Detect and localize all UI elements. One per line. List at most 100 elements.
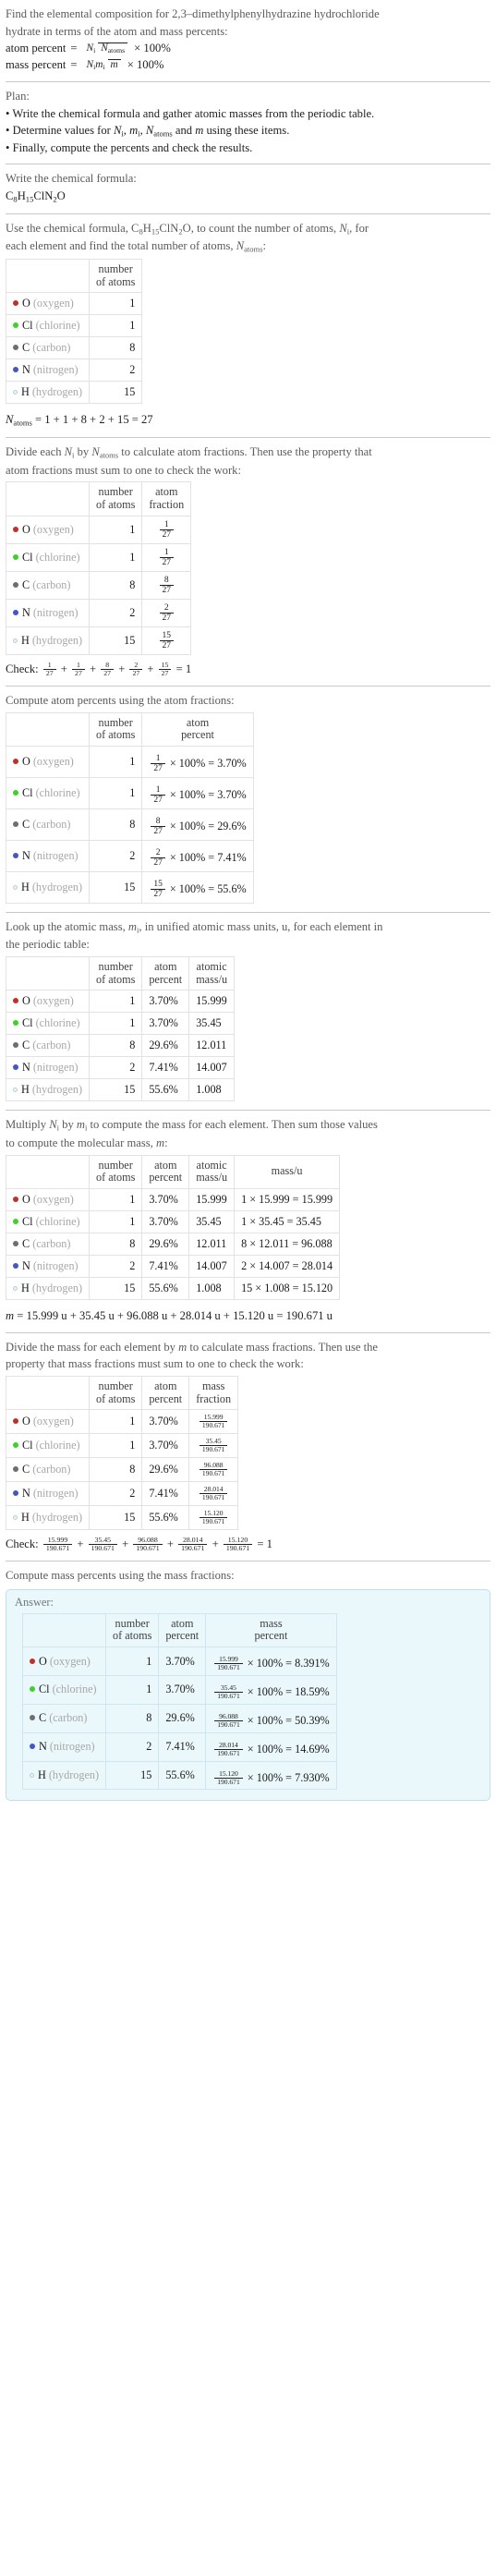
mass-fraction-cl: 35.45 190.671 <box>188 1433 239 1459</box>
h-ap2c: percent <box>149 972 183 986</box>
chemical-formula: C8H15ClN2O <box>6 188 66 204</box>
atom-percent-expr-cl: 1 27 × 100% = 3.70% <box>141 776 254 809</box>
mass-expr-h: 15 × 1.008 = 15.120 <box>234 1276 341 1300</box>
ap-num-o: 1 <box>155 753 161 763</box>
mass-expr-c: 8 × 12.011 = 96.088 <box>234 1232 341 1256</box>
element-name-n: (nitrogen) <box>32 363 79 377</box>
element-name-o: (oxygen) <box>32 994 74 1008</box>
element-dot-c-icon <box>30 1715 35 1721</box>
mass-percent-expr-h: 15.120 190.671 × 100% = 7.930% <box>205 1760 337 1791</box>
frac-num-cl: 1 <box>163 547 169 557</box>
mp-times-n: × 100% = <box>247 1742 293 1756</box>
mass-fraction-section: Divide the mass for each element by m to… <box>5 1333 490 1561</box>
element-symbol-c: C <box>39 1711 47 1725</box>
element-name-cl: (chlorine) <box>35 1016 80 1030</box>
h-noa2e: of atoms <box>96 1391 136 1405</box>
table-row: N (nitrogen) 2 7.41% 14.007 2 × 14.007 =… <box>5 1254 341 1278</box>
atom-percent-cl: 3.70% <box>141 1433 190 1459</box>
mp-den-cl: 190.671 <box>214 1691 243 1700</box>
mass-percent-times100: × 100% <box>127 58 164 72</box>
element-cell-o: O (oxygen) <box>5 1409 91 1435</box>
element-dot-c-icon <box>13 820 18 827</box>
mass-fraction-n: 28.014 190.671 <box>188 1481 239 1506</box>
mass-percent-label: mass percent <box>6 58 67 72</box>
header-atomic-mass: atomic mass/u <box>188 1154 236 1189</box>
natoms-result: = 1 + 1 + 8 + 2 + 15 = 27 <box>34 413 153 427</box>
frac-den-h: 27 <box>159 639 175 650</box>
mass-percent-expr-c: 96.088 190.671 × 100% = 50.39% <box>205 1703 337 1733</box>
header-element-blank <box>5 1376 91 1411</box>
atom-percent-n: 7.41% <box>158 1732 207 1762</box>
element-symbol-n: N <box>22 1486 30 1500</box>
element-name-cl: (chlorine) <box>52 1683 97 1696</box>
mp-num-h: 15.120 <box>219 1768 238 1778</box>
element-name-cl: (chlorine) <box>35 550 80 564</box>
element-cell-cl: Cl (chlorine) <box>5 1209 91 1233</box>
element-symbol-n: N <box>22 1258 30 1272</box>
atomic-mass-h: 1.008 <box>188 1276 236 1300</box>
mf-num-h: 15.120 <box>203 1508 224 1517</box>
table-row: Cl (chlorine) 1 3.70% 35.45 <box>5 1012 236 1036</box>
table-row: O (oxygen) 1 3.70% 15.999 190.671 × 100% … <box>21 1646 337 1676</box>
ap-den-n: 27 <box>151 857 165 868</box>
element-dot-h-icon <box>13 1088 18 1093</box>
element-cell-h: H (hydrogen) <box>5 626 91 655</box>
element-name-h: (hydrogen) <box>31 880 83 893</box>
header-atom-percent: atom percent <box>141 1154 190 1189</box>
atom-percent-expr-c: 8 27 × 100% = 29.6% <box>141 808 254 841</box>
element-dot-cl-icon <box>13 1442 18 1449</box>
atomic-mass-lead-line1: Look up the atomic mass, mi, in unified … <box>6 919 383 935</box>
ap-num-n: 2 <box>155 847 161 857</box>
problem-statement-section: Find the elemental composition for 2,3–d… <box>6 0 490 81</box>
table-row: N (nitrogen) 2 7.41% 28.014 190.671 <box>5 1481 239 1506</box>
atom-percent-c: 29.6% <box>141 1457 190 1482</box>
table-row: Cl (chlorine) 1 1 27 × 100% = 3.70% <box>5 776 254 809</box>
fraction-lead-line1: Divide each Ni by Natoms to calculate at… <box>6 445 372 460</box>
mf-lead-a: Divide the mass for each element by <box>6 1340 179 1354</box>
atom-percent-definition: atom percent = Ni Natoms × 100% <box>6 42 490 55</box>
count-lead-mid: , to count the number of atoms, <box>190 221 340 235</box>
element-symbol-n: N <box>22 605 30 619</box>
header-number-of-atoms: number of atoms <box>89 956 143 991</box>
element-symbol-c: C <box>22 577 30 591</box>
plan-section: Plan: • Write the chemical formula and g… <box>6 82 490 164</box>
mfchk-den-n: 190.671 <box>178 1543 208 1552</box>
element-name-c: (carbon) <box>32 577 71 591</box>
element-name-cl: (chlorine) <box>35 785 80 799</box>
table-row: O (oxygen) 1 3.70% 15.999 190.671 <box>5 1409 239 1435</box>
table-row: N (nitrogen) 2 <box>5 358 143 383</box>
atom-percent-c: 29.6% <box>141 1232 190 1256</box>
header-atom-percent: atom percent <box>141 956 190 991</box>
table-row: N (nitrogen) 2 7.41% 14.007 <box>5 1056 236 1080</box>
mass-fraction-check: Check: 15.999 190.671 + 35.45 190.671 + 96… <box>6 1535 272 1552</box>
count-o: 1 <box>89 1187 143 1211</box>
frac-num-o: 1 <box>163 519 169 529</box>
natoms-total: Natoms = 1 + 1 + 8 + 2 + 15 = 27 <box>6 412 490 429</box>
mm-lead-b: by <box>59 1118 77 1132</box>
mm-lead-a: Multiply <box>6 1118 50 1132</box>
count-n: 2 <box>89 1254 143 1278</box>
element-dot-cl-icon <box>13 1020 18 1027</box>
h-ap2: percent <box>181 728 214 742</box>
fraction-n: 2 27 <box>141 598 192 627</box>
ap-den-c: 27 <box>151 825 165 836</box>
element-dot-o-icon <box>13 526 18 532</box>
element-dot-h-icon <box>30 1773 34 1779</box>
table-row: C (carbon) 8 29.6% 96.088 190.671 <box>5 1457 239 1482</box>
element-cell-c: C (carbon) <box>5 1034 91 1058</box>
am-lead-b: , in unified atomic mass units, u, for e… <box>139 919 383 933</box>
table-header-row: number of atoms atom percent mass fraction <box>5 1376 239 1411</box>
massfrac-lead-line2: property that mass fractions must sum to… <box>6 1357 304 1371</box>
element-dot-o-icon <box>13 758 18 764</box>
element-name-c: (carbon) <box>32 817 71 831</box>
element-name-h: (hydrogen) <box>31 633 83 647</box>
mm-lead2-b: : <box>164 1136 168 1150</box>
table-row: O (oxygen) 1 1 27 <box>5 515 192 544</box>
element-dot-n-icon <box>13 609 18 615</box>
plan-heading: Plan: <box>6 90 30 103</box>
molecular-mass-total: m = 15.999 u + 35.45 u + 96.088 u + 28.0… <box>6 1308 490 1324</box>
atomic-mass-cl: 35.45 <box>188 1012 236 1036</box>
molecular-mass-total-value: = 15.999 u + 35.45 u + 96.088 u + 28.014… <box>17 1308 333 1322</box>
am-lead-a: Look up the atomic mass, <box>6 919 128 933</box>
mass-percent-value-h: 7.930% <box>295 1770 330 1784</box>
